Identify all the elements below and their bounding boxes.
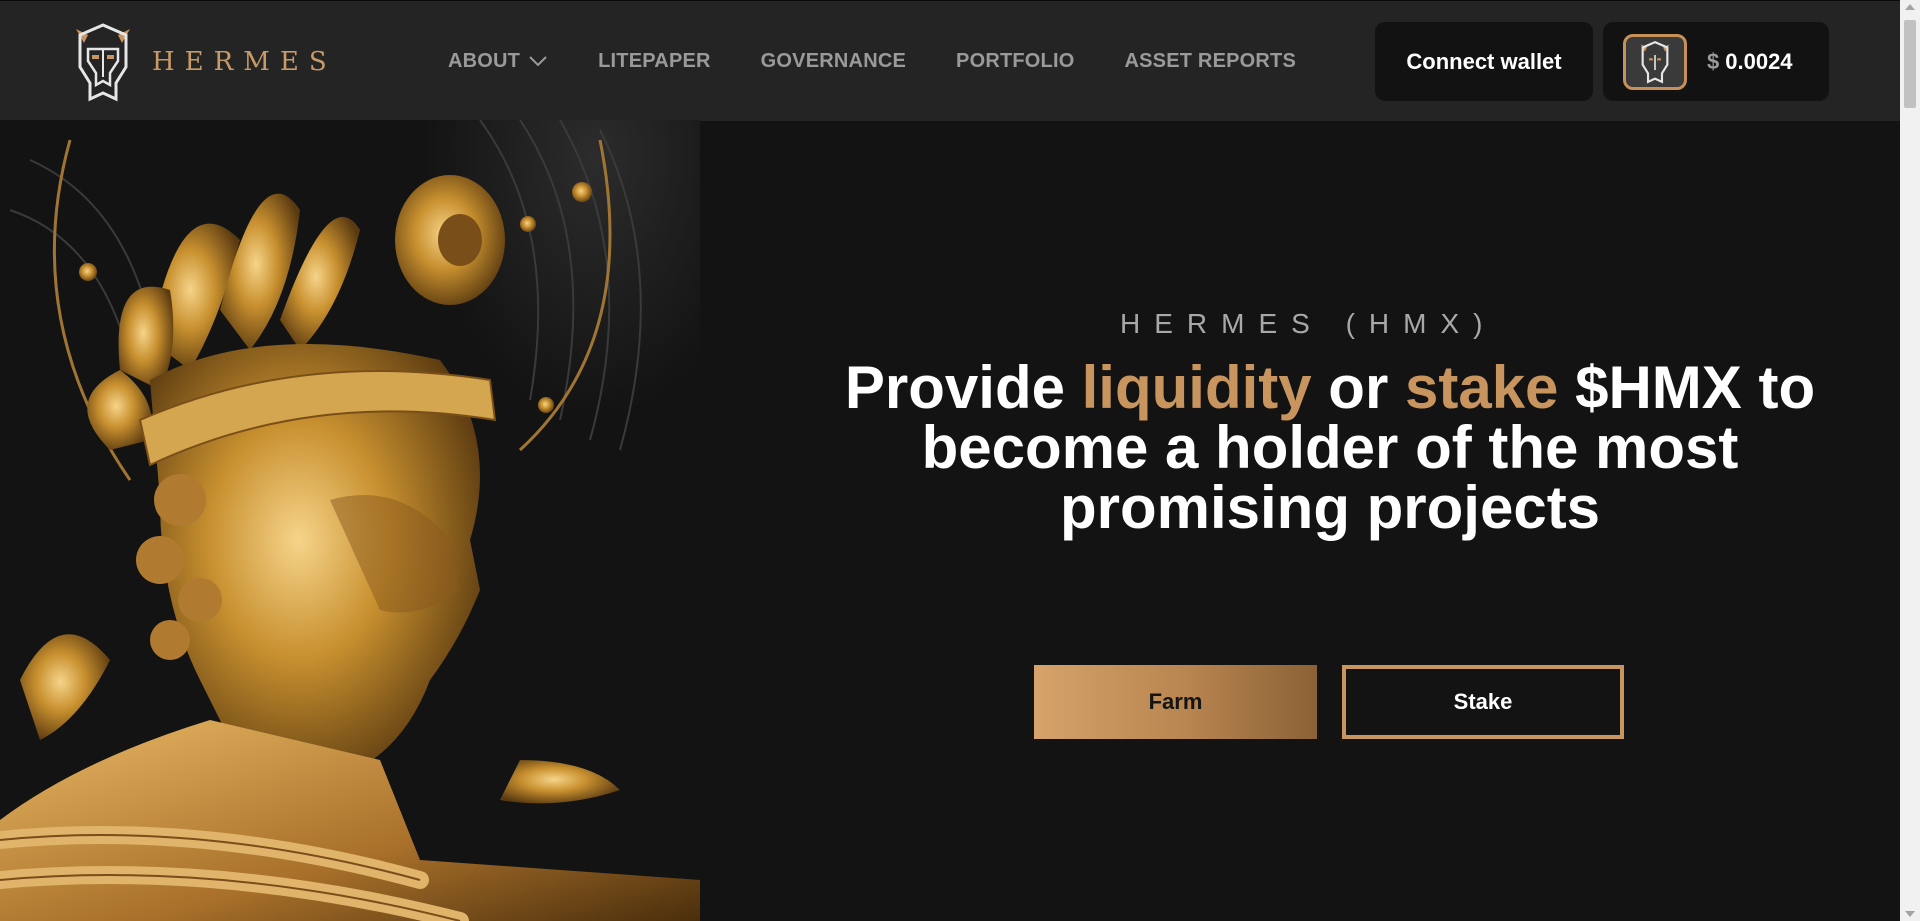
- page: HERMES ABOUT LITEPAPER GOVERNANCE PORTFO…: [0, 0, 1920, 921]
- headline-accent-liquidity: liquidity: [1081, 354, 1312, 421]
- nav-item-litepaper[interactable]: LITEPAPER: [598, 50, 711, 73]
- headline-text-1: Provide: [844, 354, 1082, 421]
- headline-accent-stake: stake: [1404, 354, 1559, 421]
- site-header: HERMES ABOUT LITEPAPER GOVERNANCE PORTFO…: [0, 0, 1900, 121]
- hero-headline: Provide liquidity or stake $HMX to becom…: [820, 358, 1840, 538]
- logo-link[interactable]: HERMES: [68, 21, 337, 103]
- stake-button[interactable]: Stake: [1342, 665, 1624, 739]
- logo-wordmark: HERMES: [152, 47, 337, 77]
- page-scrollbar[interactable]: [1900, 0, 1920, 921]
- main-nav: ABOUT LITEPAPER GOVERNANCE PORTFOLIO ASS…: [448, 1, 1346, 121]
- hermes-helmet-logo-icon: [76, 23, 130, 102]
- nav-item-about[interactable]: ABOUT: [448, 50, 548, 73]
- nav-item-governance[interactable]: GOVERNANCE: [761, 50, 906, 73]
- nav-item-portfolio[interactable]: PORTFOLIO: [956, 50, 1074, 73]
- nav-item-asset-reports[interactable]: ASSET REPORTS: [1125, 50, 1297, 73]
- token-price-value: 0.0024: [1725, 48, 1793, 74]
- scroll-down-arrow-icon[interactable]: [1905, 911, 1915, 917]
- scroll-thumb[interactable]: [1904, 20, 1916, 108]
- token-price-button[interactable]: $ 0.0024: [1603, 22, 1829, 101]
- connect-wallet-button[interactable]: Connect wallet: [1375, 22, 1593, 101]
- headline-text-2: or: [1311, 354, 1405, 421]
- scroll-up-arrow-icon[interactable]: [1905, 4, 1915, 10]
- hermes-helmet-icon: [1640, 40, 1670, 84]
- nav-item-about-label: ABOUT: [448, 49, 521, 72]
- token-avatar: [1623, 33, 1687, 90]
- chevron-down-icon: [529, 56, 547, 67]
- farm-button[interactable]: Farm: [1034, 665, 1317, 739]
- hermes-statue-image: [0, 120, 700, 921]
- price-currency-symbol: $: [1707, 48, 1720, 74]
- hero-eyebrow: HERMES (HMX): [1120, 308, 1497, 339]
